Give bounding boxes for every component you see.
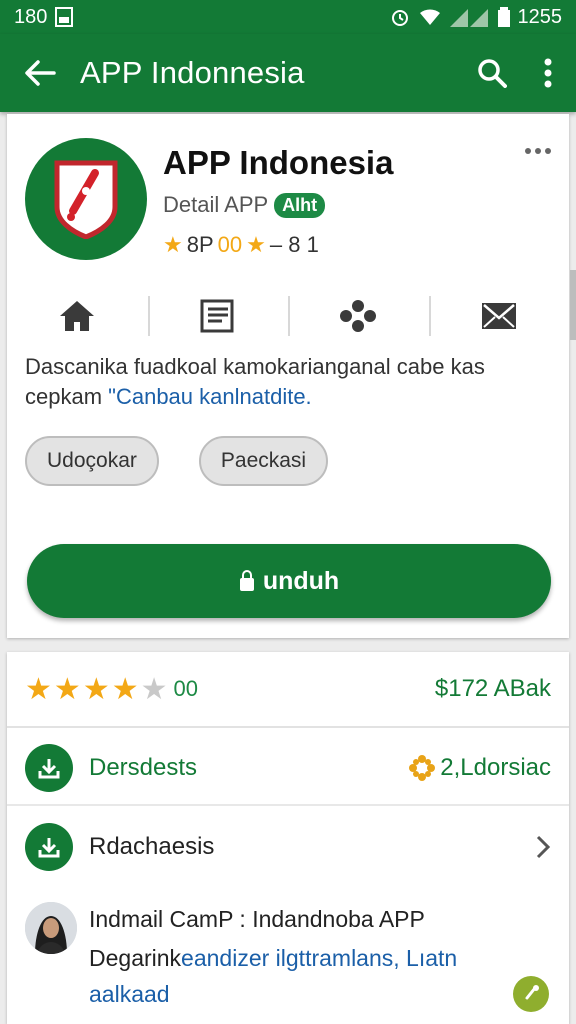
scrollbar[interactable]	[570, 270, 576, 340]
list-item-label: Dersdests	[89, 754, 198, 781]
card-more-button[interactable]	[525, 148, 551, 154]
dot-icon	[535, 148, 541, 154]
status-bar: 180 1255	[0, 0, 576, 34]
back-arrow-icon	[25, 60, 56, 86]
star-icon: ★	[53, 672, 81, 706]
description-link[interactable]: "Canbau kanlnatdite.	[108, 384, 312, 409]
status-left: 180	[14, 5, 74, 29]
app-detail-card: APP Indonesia Detail APP Alht ★ 8P 00 ★ –…	[7, 114, 569, 638]
star-icon: ★	[82, 672, 110, 706]
review-body-text: Degarink	[89, 945, 182, 971]
download-icon	[25, 744, 73, 792]
dot-icon	[525, 148, 531, 154]
review-body: Degarinkeandizer ilgttramlans, Lıatn aal…	[89, 940, 529, 1012]
app-rating-accent: 00	[217, 232, 243, 257]
rating-stars: ★ ★ ★ ★ ★	[25, 672, 168, 707]
app-bar-title: APP Indonnesia	[80, 55, 305, 90]
wifi-icon	[418, 7, 442, 27]
battery-icon	[497, 7, 510, 27]
star-empty-icon: ★	[140, 672, 168, 706]
price-label: $172 ABak	[434, 675, 551, 702]
list-item-downloads[interactable]: Dersdests 2,Ldorsiac	[7, 732, 569, 806]
mail-icon	[481, 303, 516, 329]
search-button[interactable]	[464, 34, 520, 112]
search-icon	[478, 59, 507, 88]
star-icon: ★	[163, 232, 183, 257]
list-icon	[200, 299, 234, 333]
star-icon: ★	[246, 232, 266, 257]
rating-score: 00	[173, 676, 199, 701]
app-subtitle: Detail APP	[163, 192, 269, 217]
list-item-meta-text: 2,Ldorsiac	[440, 754, 551, 781]
app-rating-row: ★ 8P 00 ★ – 8 1	[163, 232, 319, 258]
status-right: 1255	[390, 5, 563, 29]
app-rating-value: 8P	[186, 232, 214, 257]
download-icon	[25, 823, 73, 871]
dot-icon	[545, 148, 551, 154]
review-action-button[interactable]	[513, 976, 549, 1012]
status-clock: 1255	[517, 5, 563, 28]
back-button[interactable]	[0, 34, 80, 112]
mail-action[interactable]	[428, 290, 570, 342]
alarm-icon	[390, 7, 410, 27]
overflow-menu-button[interactable]	[520, 34, 576, 112]
list-item-meta: 2,Ldorsiac	[408, 754, 551, 782]
home-icon	[60, 301, 95, 331]
list-item-label: Rdachaesis	[89, 833, 215, 860]
star-icon: ★	[111, 672, 139, 706]
share-action[interactable]	[288, 290, 429, 342]
home-action[interactable]	[7, 290, 148, 342]
details-card: ★ ★ ★ ★ ★ 00 $172 ABak Dersdests 2,Ldors…	[7, 652, 569, 1024]
share-icon	[340, 300, 377, 332]
app-logo	[25, 138, 147, 260]
rating-row: ★ ★ ★ ★ ★ 00 $172 ABak	[7, 652, 569, 728]
gallery-icon	[55, 7, 74, 27]
app-subtitle-row: Detail APP Alht	[163, 192, 326, 218]
shield-icon	[54, 160, 118, 239]
chip-udocokar[interactable]: Udoçokar	[25, 436, 159, 486]
app-rating-suffix: – 8 1	[269, 232, 319, 257]
app-bar: APP Indonnesia	[0, 34, 576, 112]
sun-icon	[409, 755, 436, 781]
list-item-rdachaesis[interactable]: Rdachaesis	[7, 810, 569, 884]
signal-icon	[449, 7, 490, 27]
more-vert-icon	[544, 58, 552, 88]
download-button[interactable]: unduh	[27, 544, 551, 618]
chip-paeckasi[interactable]: Paeckasi	[198, 436, 329, 486]
chevron-right-icon	[535, 834, 551, 860]
download-label: unduh	[262, 566, 340, 595]
app-badge: Alht	[274, 192, 326, 218]
action-icon-row	[7, 290, 569, 342]
status-time: 180	[14, 5, 48, 28]
review-item: Indmail CamP : Indandnoba APP Degarinkea…	[7, 898, 569, 1018]
avatar	[25, 902, 77, 954]
list-action[interactable]	[147, 290, 289, 342]
lock-icon	[239, 570, 254, 591]
app-name: APP Indonesia	[163, 144, 394, 181]
app-description: Dascanika fuadkoal kamokarianganаl cabe …	[25, 352, 555, 412]
review-title: Indmail CamP : Indandnoba APP	[89, 906, 425, 932]
star-icon: ★	[25, 672, 52, 706]
tag-chips: Udoçokar Paeckasi	[25, 436, 329, 486]
pin-icon	[525, 985, 539, 1000]
